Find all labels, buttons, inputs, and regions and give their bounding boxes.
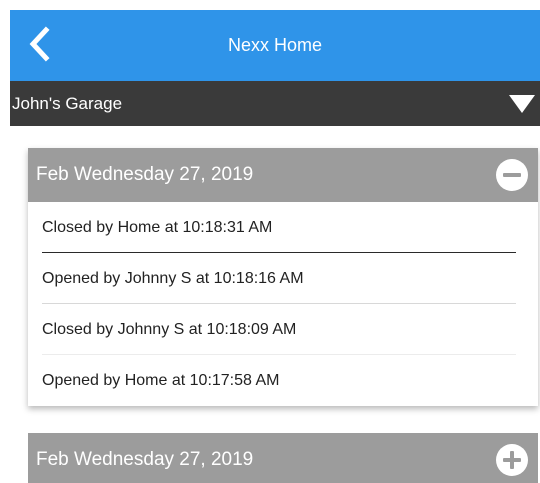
event-list: Closed by Home at 10:18:31 AM Opened by …: [28, 202, 538, 406]
minus-circle-icon[interactable]: [496, 159, 528, 191]
app-title: Nexx Home: [227, 35, 323, 55]
date-section-header[interactable]: Feb Wednesday 27, 2019: [28, 148, 538, 202]
date-label: Feb Wednesday 27, 2019: [36, 449, 254, 470]
location-label: John's Garage: [12, 94, 123, 113]
location-selector[interactable]: John's Garage: [10, 81, 540, 126]
event-item[interactable]: Opened by Johnny S at 10:18:16 AM: [28, 253, 538, 304]
date-label: Feb Wednesday 27, 2019: [36, 164, 254, 185]
event-item[interactable]: Closed by Home at 10:18:31 AM: [28, 202, 538, 253]
event-text: Closed by Johnny S at 10:18:09 AM: [42, 321, 297, 338]
screen: Nexx Home John's Garage Feb Wednesday 27…: [0, 0, 540, 483]
date-section-header[interactable]: Feb Wednesday 27, 2019: [28, 433, 538, 483]
triangle-down-icon[interactable]: [509, 95, 535, 113]
date-section: Feb Wednesday 27, 2019: [28, 433, 538, 483]
app-bar: Nexx Home: [10, 10, 540, 81]
plus-circle-icon[interactable]: [496, 444, 528, 476]
date-section: Feb Wednesday 27, 2019 Closed by Home at…: [28, 148, 538, 406]
event-text: Closed by Home at 10:18:31 AM: [42, 219, 273, 236]
event-text: Opened by Home at 10:17:58 AM: [42, 372, 280, 389]
event-item[interactable]: Closed by Johnny S at 10:18:09 AM: [28, 304, 538, 355]
event-item[interactable]: Opened by Home at 10:17:58 AM: [28, 355, 538, 406]
event-text: Opened by Johnny S at 10:18:16 AM: [42, 270, 304, 287]
